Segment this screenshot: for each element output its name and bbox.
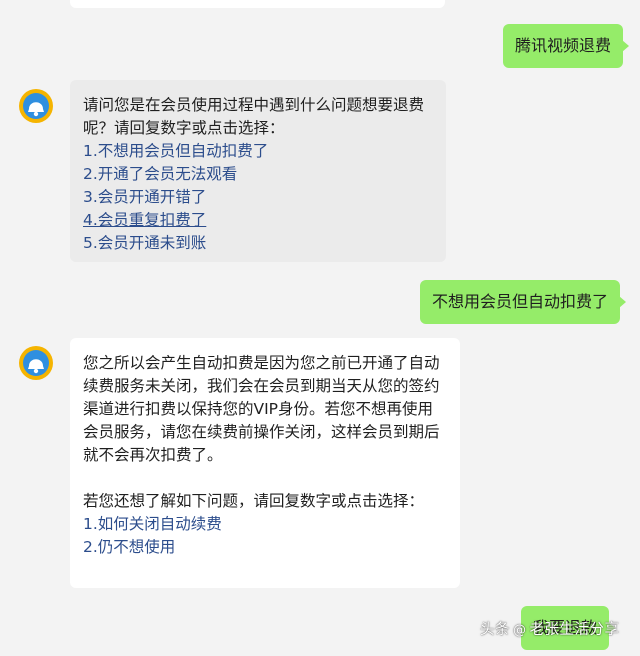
option-link[interactable]: 1.如何关闭自动续费 [83,513,446,536]
message-followup-text: 若您还想了解如下问题，请回复数字或点击选择： [83,492,425,510]
option-link[interactable]: 2.仍不想使用 [83,536,446,559]
bot-avatar-icon[interactable] [18,88,54,124]
watermark-account: 老张生活分享 [529,622,620,638]
message-text: 腾讯视频退费 [515,36,612,55]
option-link[interactable]: 1.不想用会员但自动扣费了 [83,140,432,163]
user-message-bubble[interactable]: 腾讯视频退费 [503,24,630,68]
user-message-bubble[interactable]: 不想用会员但自动扣费了 [420,280,627,324]
watermark: 头条 @ 老张生活分享 [480,616,620,644]
bot-avatar-icon[interactable] [18,345,54,381]
bot-message-bubble: 您之所以会产生自动扣费是因为您之前已开通了自动续费服务未关闭，我们会在会员到期当… [70,338,460,588]
bot-message-bubble: 请问您是在会员使用过程中遇到什么问题想要退费呢？请回复数字或点击选择： 1.不想… [70,80,446,262]
watermark-platform: 头条 [480,622,510,638]
message-text: 不想用会员但自动扣费了 [432,292,609,311]
option-link[interactable]: 2.开通了会员无法观看 [83,163,432,186]
message-text: 请问您是在会员使用过程中遇到什么问题想要退费呢？请回复数字或点击选择： [83,96,425,137]
option-link[interactable]: 5.会员开通未到账 [83,232,432,255]
message-text: 您之所以会产生自动扣费是因为您之前已开通了自动续费服务未关闭，我们会在会员到期当… [83,354,440,464]
previous-message-fragment [70,0,445,8]
watermark-at: @ [513,623,527,638]
option-link[interactable]: 3.会员开通开错了 [83,186,432,209]
option-link[interactable]: 4.会员重复扣费了 [83,209,432,232]
